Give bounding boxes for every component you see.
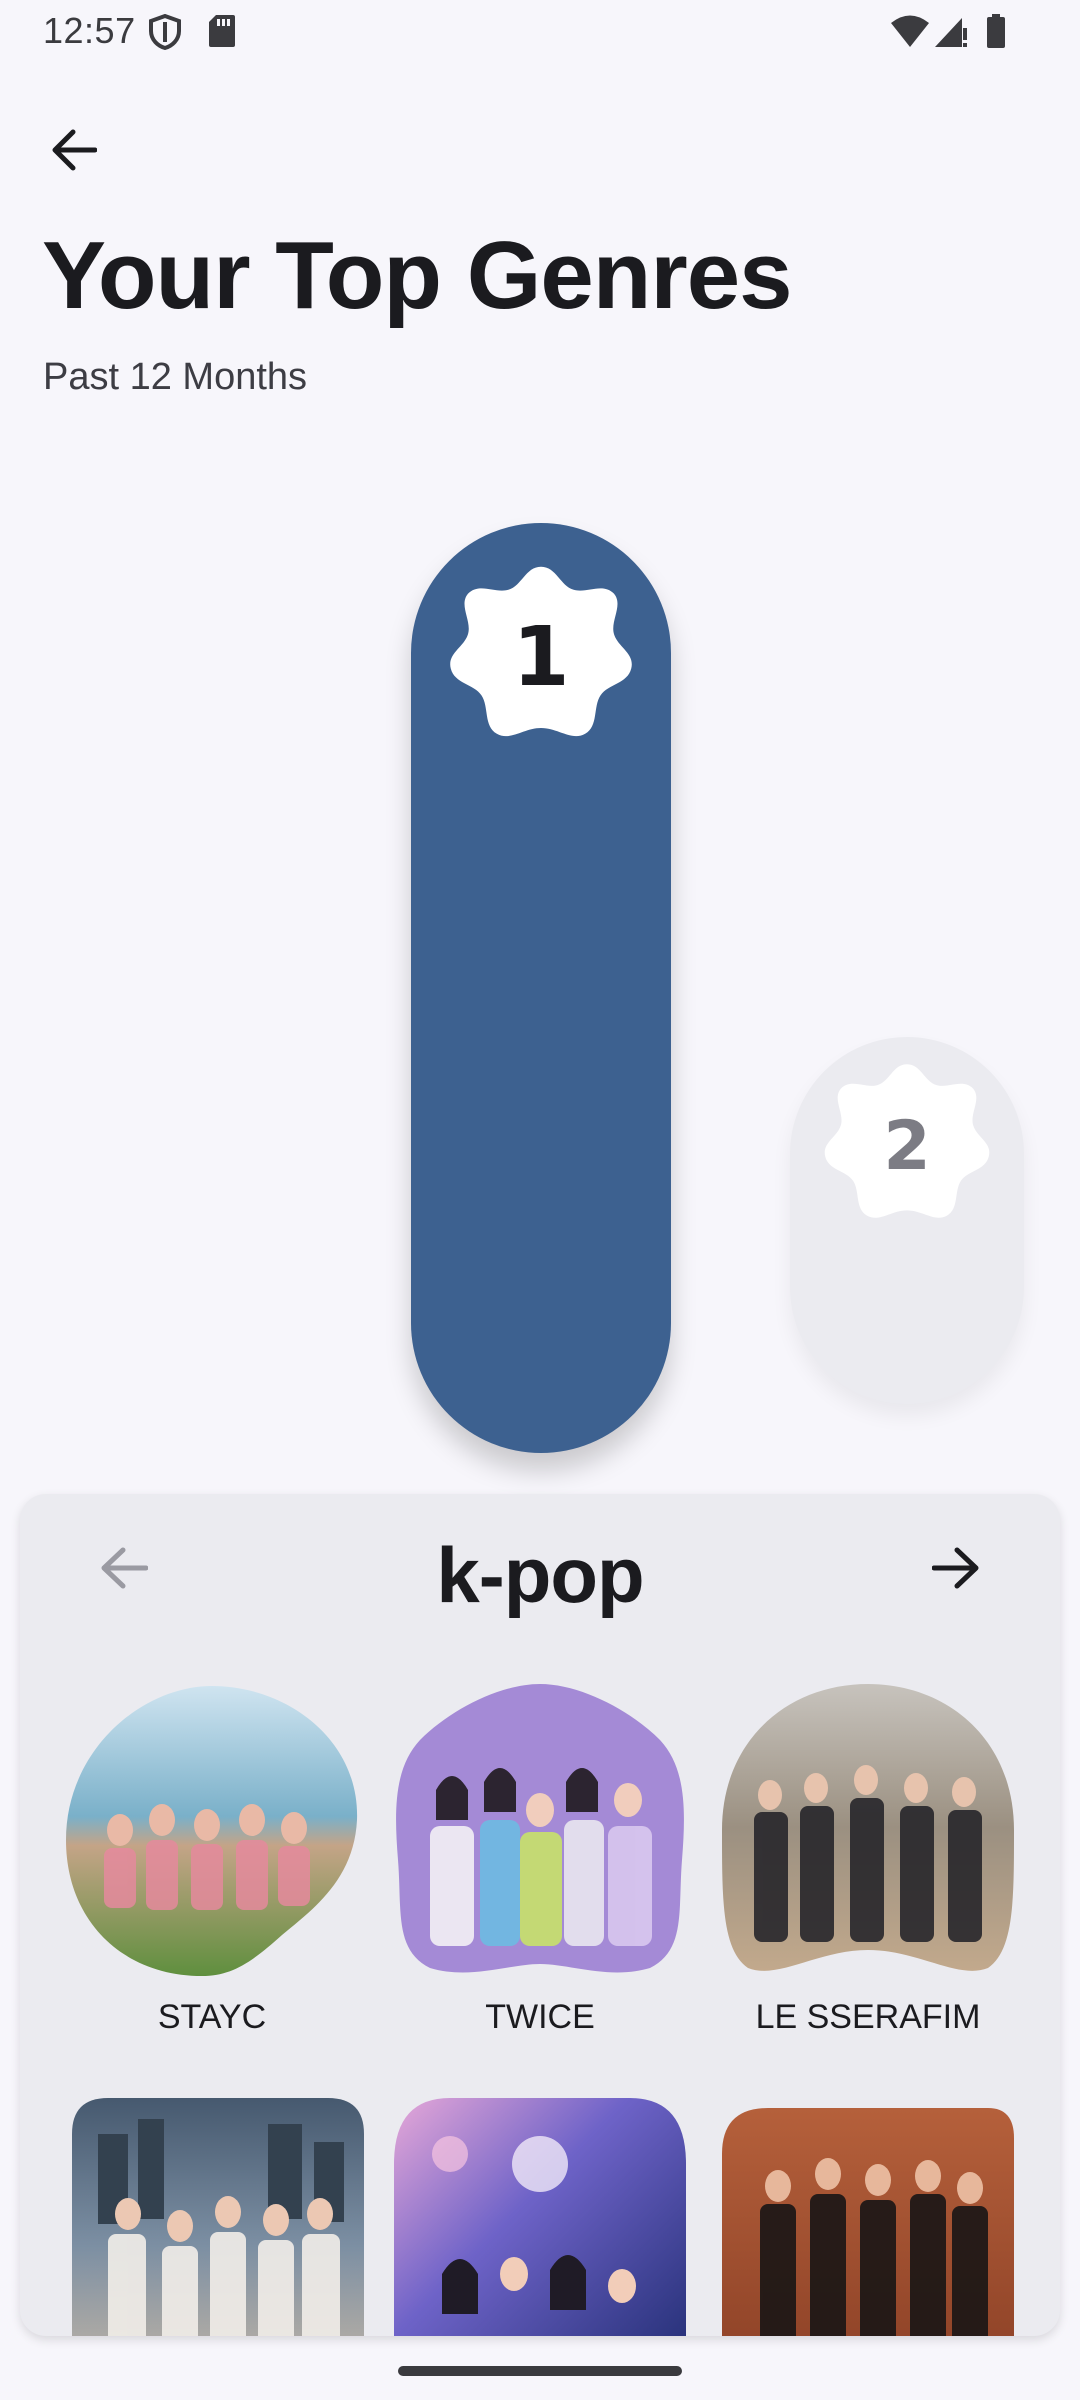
sd-card-icon: [208, 14, 236, 53]
artist-name: TWICE: [485, 1998, 595, 2036]
genre-card: k-pop STAYC TWICE LE SSERAFIM: [20, 1494, 1060, 2336]
artist-name: LE SSERAFIM: [755, 1998, 981, 2036]
artist-photo: [722, 2108, 1014, 2336]
artist-photo: [396, 1684, 684, 1973]
artist-item[interactable]: LE SSERAFIM: [718, 1680, 1018, 2037]
artist-item[interactable]: STAYC: [62, 1680, 362, 2037]
artist-photo: [72, 2098, 364, 2336]
artist-item[interactable]: TWICE: [390, 1680, 690, 2037]
page-title: Your Top Genres: [42, 222, 793, 329]
artist-item[interactable]: [390, 2094, 690, 2336]
wifi-icon: [890, 14, 930, 53]
back-button[interactable]: [42, 118, 106, 182]
rank-number-2: 2: [883, 1106, 931, 1186]
page-subtitle: Past 12 Months: [43, 356, 308, 398]
rank-badge-2: 2: [820, 1059, 994, 1233]
status-time: 12:57: [43, 10, 136, 51]
arrow-right-icon: [932, 1547, 979, 1589]
shield-icon: [148, 13, 182, 55]
artist-item[interactable]: [68, 2094, 368, 2336]
artist-item[interactable]: [718, 2094, 1018, 2336]
arrow-back-icon: [52, 129, 97, 171]
genre-bar-rank-1[interactable]: 1: [411, 523, 671, 1453]
home-indicator[interactable]: [398, 2366, 682, 2376]
genre-name: k-pop: [436, 1531, 644, 1619]
rank-badge-1: 1: [445, 561, 637, 753]
signal-icon: [934, 14, 968, 53]
artist-photo: [66, 1686, 358, 1976]
rank-number-1: 1: [512, 609, 570, 705]
artist-name: STAYC: [157, 1998, 267, 2036]
artist-photo: [722, 1684, 1014, 1971]
genre-bar-rank-2[interactable]: 2: [790, 1037, 1024, 1404]
screen: 12:57 Your Top Genres Past 12 Months 1 2…: [0, 0, 1080, 2400]
artist-photo: [394, 2098, 686, 2336]
battery-icon: [986, 14, 1006, 53]
status-bar: 12:57: [0, 0, 1080, 64]
next-genre-button[interactable]: [920, 1532, 992, 1604]
